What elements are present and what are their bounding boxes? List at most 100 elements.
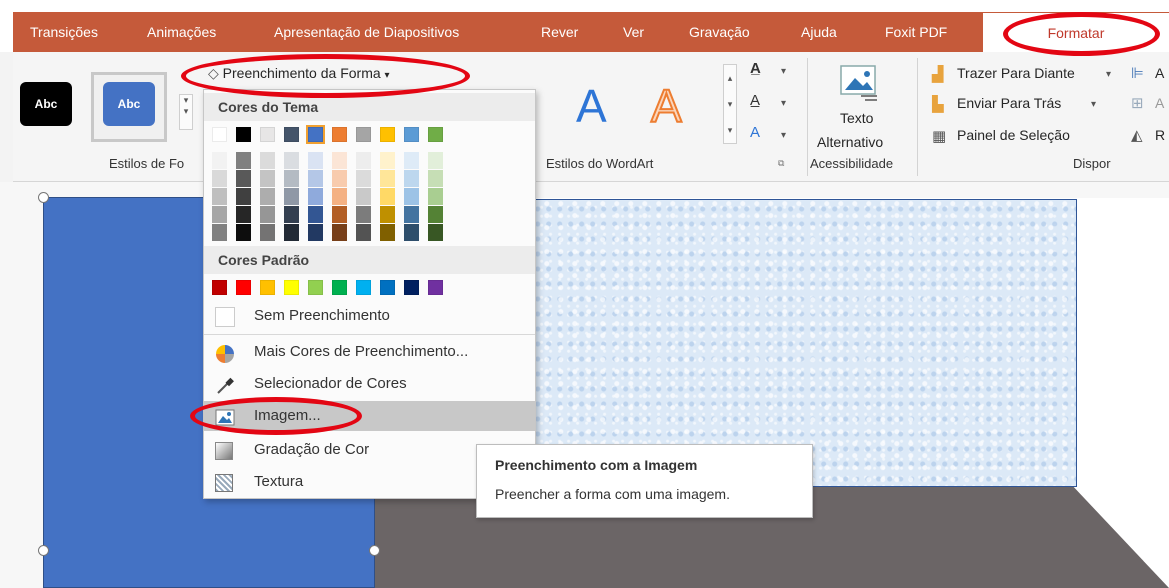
theme-color-tint-swatch[interactable]	[404, 206, 419, 223]
tab-help[interactable]: Ajuda	[801, 12, 837, 52]
wordart-styles-scroll[interactable]: ▴ ▾ ▾	[723, 64, 737, 144]
standard-color-swatch[interactable]	[332, 280, 347, 295]
theme-color-tint-swatch[interactable]	[428, 224, 443, 241]
standard-color-swatch[interactable]	[212, 280, 227, 295]
text-outline-icon[interactable]: A̲	[750, 92, 760, 109]
standard-color-swatch[interactable]	[356, 280, 371, 295]
chevron-down-icon[interactable]: ▾	[781, 66, 786, 77]
theme-color-tint-swatch[interactable]	[356, 188, 371, 205]
chevron-down-icon[interactable]: ▾	[781, 98, 786, 109]
resize-handle-bottom-right[interactable]	[369, 545, 380, 556]
theme-color-tint-swatch[interactable]	[284, 188, 299, 205]
group-objects-icon[interactable]: ⊞	[1131, 94, 1144, 112]
chevron-down-icon[interactable]: ▾	[1106, 69, 1111, 80]
tab-review[interactable]: Rever	[541, 12, 578, 52]
theme-color-tint-swatch[interactable]	[356, 206, 371, 223]
theme-color-swatch[interactable]	[404, 127, 419, 142]
theme-color-tint-swatch[interactable]	[308, 170, 323, 187]
theme-color-swatch[interactable]	[306, 125, 325, 144]
theme-color-tint-swatch[interactable]	[260, 224, 275, 241]
more-fill-colors-menu-item[interactable]: Mais Cores de Preenchimento...	[204, 337, 535, 367]
tab-view[interactable]: Ver	[623, 12, 644, 52]
chevron-down-icon[interactable]: ▾	[781, 130, 786, 141]
theme-color-tint-swatch[interactable]	[404, 170, 419, 187]
eyedropper-menu-item[interactable]: Selecionador de Cores	[204, 369, 535, 399]
theme-color-tint-swatch[interactable]	[284, 224, 299, 241]
theme-color-tint-swatch[interactable]	[260, 188, 275, 205]
theme-color-tint-swatch[interactable]	[356, 170, 371, 187]
wordart-style-blue[interactable]: A	[576, 82, 607, 130]
theme-color-tint-swatch[interactable]	[428, 152, 443, 169]
theme-color-tint-swatch[interactable]	[428, 170, 443, 187]
wordart-style-orange-outline[interactable]: A	[650, 81, 683, 131]
dialog-launcher-icon[interactable]: ⧉	[778, 158, 784, 169]
theme-color-swatch[interactable]	[212, 127, 227, 142]
theme-color-tint-swatch[interactable]	[236, 170, 251, 187]
standard-color-swatch[interactable]	[404, 280, 419, 295]
tab-recording[interactable]: Gravação	[689, 12, 750, 52]
send-backward-button[interactable]: Enviar Para Trás	[957, 95, 1061, 111]
theme-color-tint-swatch[interactable]	[356, 152, 371, 169]
tab-transitions[interactable]: Transições	[30, 12, 98, 52]
theme-color-swatch[interactable]	[380, 127, 395, 142]
selection-pane-button[interactable]: Painel de Seleção	[957, 127, 1070, 143]
theme-color-swatch[interactable]	[236, 127, 251, 142]
rotate-icon[interactable]: ◭	[1131, 126, 1143, 144]
theme-color-tint-swatch[interactable]	[236, 188, 251, 205]
text-fill-icon[interactable]: A̲	[750, 60, 761, 77]
theme-color-tint-swatch[interactable]	[260, 152, 275, 169]
theme-color-tint-swatch[interactable]	[356, 224, 371, 241]
shape-styles-scroll[interactable]: ▾ ▾	[179, 94, 193, 130]
alt-text-icon[interactable]	[839, 64, 879, 102]
standard-color-swatch[interactable]	[236, 280, 251, 295]
resize-handle-top-left[interactable]	[38, 192, 49, 203]
theme-color-tint-swatch[interactable]	[380, 224, 395, 241]
theme-color-tint-swatch[interactable]	[308, 152, 323, 169]
theme-color-tint-swatch[interactable]	[428, 206, 443, 223]
theme-color-tint-swatch[interactable]	[404, 152, 419, 169]
theme-color-tint-swatch[interactable]	[380, 206, 395, 223]
theme-color-tint-swatch[interactable]	[212, 206, 227, 223]
theme-color-tint-swatch[interactable]	[380, 152, 395, 169]
theme-color-tint-swatch[interactable]	[284, 170, 299, 187]
resize-handle-bottom-left[interactable]	[38, 545, 49, 556]
theme-color-swatch[interactable]	[428, 127, 443, 142]
align-icon[interactable]: ⊫	[1131, 64, 1144, 82]
alt-text-label-1[interactable]: Texto	[840, 110, 873, 126]
alt-text-label-2[interactable]: Alternativo	[817, 134, 883, 150]
theme-color-tint-swatch[interactable]	[308, 206, 323, 223]
theme-color-tint-swatch[interactable]	[236, 152, 251, 169]
theme-color-swatch[interactable]	[260, 127, 275, 142]
theme-color-tint-swatch[interactable]	[212, 152, 227, 169]
theme-color-tint-swatch[interactable]	[404, 188, 419, 205]
rotate-label-cut[interactable]: R	[1155, 127, 1165, 143]
theme-color-tint-swatch[interactable]	[332, 224, 347, 241]
theme-color-tint-swatch[interactable]	[332, 188, 347, 205]
theme-color-tint-swatch[interactable]	[308, 224, 323, 241]
tab-slide-show[interactable]: Apresentação de Diapositivos	[274, 12, 459, 52]
align-label-cut[interactable]: A	[1155, 65, 1164, 81]
theme-color-tint-swatch[interactable]	[404, 224, 419, 241]
theme-color-tint-swatch[interactable]	[212, 170, 227, 187]
tab-animations[interactable]: Animações	[147, 12, 216, 52]
theme-color-swatch[interactable]	[284, 127, 299, 142]
theme-color-tint-swatch[interactable]	[428, 188, 443, 205]
tab-foxit-pdf[interactable]: Foxit PDF	[885, 12, 947, 52]
theme-color-tint-swatch[interactable]	[332, 152, 347, 169]
no-fill-menu-item[interactable]: Sem Preenchimento	[204, 301, 535, 331]
theme-color-swatch[interactable]	[356, 127, 371, 142]
theme-color-tint-swatch[interactable]	[212, 188, 227, 205]
theme-color-swatch[interactable]	[332, 127, 347, 142]
theme-color-tint-swatch[interactable]	[308, 188, 323, 205]
theme-color-tint-swatch[interactable]	[380, 170, 395, 187]
shape-style-blue[interactable]: Abc	[103, 82, 155, 126]
standard-color-swatch[interactable]	[260, 280, 275, 295]
standard-color-swatch[interactable]	[308, 280, 323, 295]
standard-color-swatch[interactable]	[428, 280, 443, 295]
theme-color-tint-swatch[interactable]	[332, 170, 347, 187]
theme-color-tint-swatch[interactable]	[212, 224, 227, 241]
theme-color-tint-swatch[interactable]	[380, 188, 395, 205]
theme-color-tint-swatch[interactable]	[236, 224, 251, 241]
theme-color-tint-swatch[interactable]	[284, 152, 299, 169]
theme-color-tint-swatch[interactable]	[236, 206, 251, 223]
